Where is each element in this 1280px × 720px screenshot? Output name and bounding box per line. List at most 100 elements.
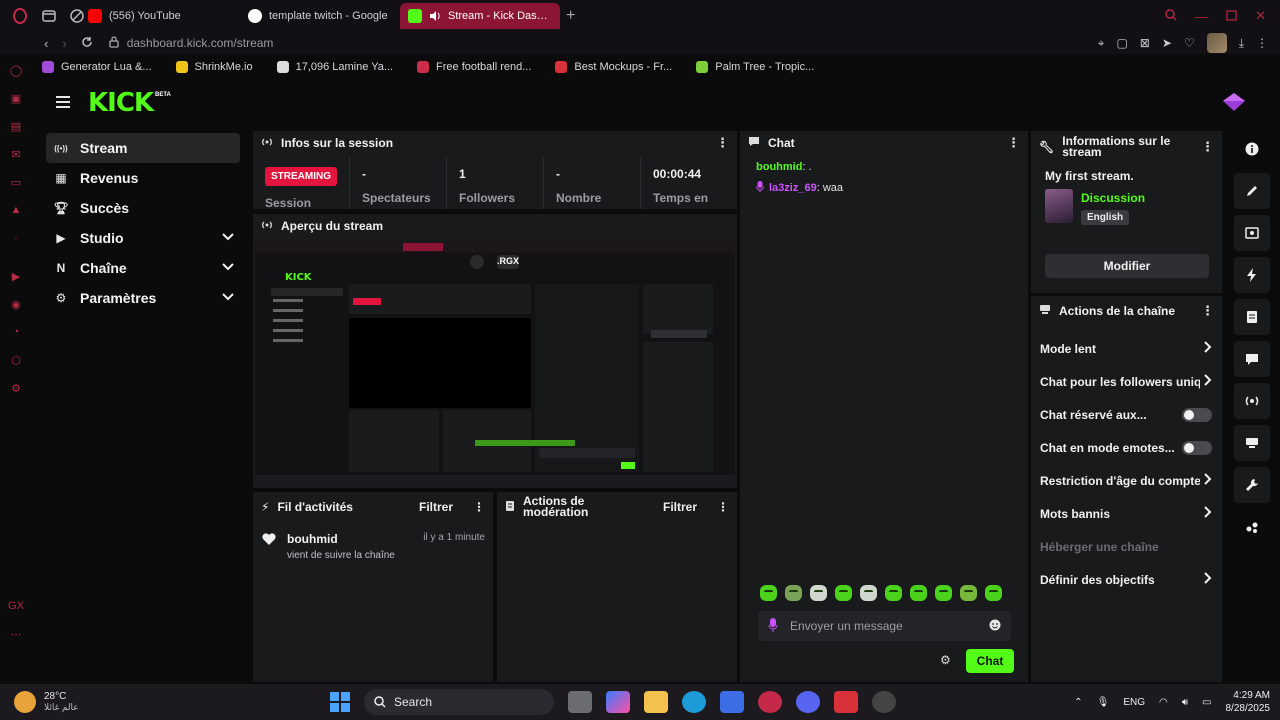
search-tabs-icon[interactable] <box>1165 8 1177 24</box>
chat-username[interactable]: la3ziz_69 <box>769 182 817 194</box>
nav-item-studio[interactable]: ▶ Studio <box>46 223 240 253</box>
nav-item-chaine[interactable]: N Chaîne <box>46 253 240 283</box>
emote-icon[interactable] <box>860 585 877 601</box>
opera-menu-icon[interactable] <box>12 8 28 24</box>
language-indicator[interactable]: ENG <box>1123 697 1145 708</box>
bookmark-item[interactable]: 17,096 Lamine Ya... <box>276 61 393 73</box>
tab-google[interactable]: template twitch - Google <box>240 3 400 29</box>
wifi-icon[interactable]: ◠ <box>1159 697 1168 708</box>
channel-action-item[interactable]: Chat en mode emotes... <box>1031 431 1222 464</box>
info-icon[interactable] <box>1234 131 1270 167</box>
wrench-icon[interactable] <box>1234 467 1270 503</box>
more-vertical-icon[interactable]: ⋮ <box>1201 303 1214 319</box>
nav-item-revenus[interactable]: ▦ Revenus <box>46 163 240 193</box>
nav-item-stream[interactable]: ((•)) Stream <box>46 133 240 163</box>
user-avatar[interactable] <box>1222 92 1246 115</box>
toggle-switch[interactable] <box>1182 440 1212 455</box>
chat-send-button[interactable]: Chat <box>966 649 1014 673</box>
app-icon[interactable] <box>834 691 858 713</box>
chat-message-input[interactable]: Envoyer un message <box>758 611 1011 641</box>
chat-bubble-icon[interactable] <box>1234 341 1270 377</box>
opera-gx-icon[interactable] <box>758 691 782 713</box>
emote-icon[interactable] <box>985 585 1002 601</box>
emote-icon[interactable] <box>760 585 777 601</box>
channel-action-item[interactable]: Chat pour les followers uniq <box>1031 365 1222 398</box>
sidebar-extensions-icon[interactable]: ⬡ <box>0 346 32 374</box>
weather-widget[interactable]: 28°C عالم غائلا <box>0 691 330 713</box>
bookmark-item[interactable]: Generator Lua &... <box>42 61 152 73</box>
sidebar-opera-icon[interactable]: ◯ <box>0 56 32 84</box>
file-explorer-icon[interactable] <box>644 691 668 713</box>
copilot-icon[interactable] <box>606 691 630 713</box>
pin-icon[interactable]: ⌖ <box>1098 36 1105 51</box>
back-icon[interactable]: ‹ <box>44 36 48 51</box>
more-vertical-icon[interactable]: ⋮ <box>473 500 485 514</box>
activity-user[interactable]: bouhmid <box>287 532 395 546</box>
emote-icon[interactable] <box>785 585 802 601</box>
snapshot-icon[interactable]: ▢ <box>1116 36 1127 50</box>
send-icon[interactable]: ➤ <box>1162 36 1172 50</box>
chat-username[interactable]: bouhmid <box>756 161 802 173</box>
bookmark-item[interactable]: Free football rend... <box>417 61 531 73</box>
app-icon[interactable] <box>872 691 896 713</box>
sidebar-more-icon[interactable]: ⋯ <box>0 620 32 648</box>
bolt-icon[interactable] <box>1234 257 1270 293</box>
store-icon[interactable] <box>720 691 744 713</box>
bookmark-item[interactable]: Palm Tree - Tropic... <box>696 61 814 73</box>
sidebar-settings-icon[interactable]: ⚙ <box>0 374 32 402</box>
toggle-switch[interactable] <box>1182 407 1212 422</box>
sidebar-bookmark-icon[interactable]: ▭ <box>0 168 32 196</box>
hamburger-menu-icon[interactable] <box>56 96 70 111</box>
channel-action-item[interactable]: Chat réservé aux... <box>1031 398 1222 431</box>
new-tab-plus-icon[interactable]: + <box>566 7 575 25</box>
dots-cluster-icon[interactable] <box>1234 509 1270 545</box>
speaker-icon[interactable] <box>429 10 441 22</box>
task-view-icon[interactable] <box>568 691 592 713</box>
screen-capture-icon[interactable] <box>1234 215 1270 251</box>
document-icon[interactable] <box>1234 299 1270 335</box>
tab-islands-icon[interactable] <box>42 10 56 22</box>
emote-icon[interactable] <box>935 585 952 601</box>
more-vertical-icon[interactable]: ⋮ <box>1201 139 1214 155</box>
more-vertical-icon[interactable]: ⋮ <box>1256 36 1268 50</box>
discord-icon[interactable] <box>796 691 820 713</box>
more-vertical-icon[interactable]: ⋮ <box>716 135 729 151</box>
channel-action-item[interactable]: Restriction d'âge du compte <box>1031 464 1222 497</box>
taskbar-search[interactable]: Search <box>364 689 554 715</box>
more-vertical-icon[interactable]: ⋮ <box>1007 135 1020 151</box>
more-vertical-icon[interactable]: ⋮ <box>717 500 729 514</box>
profile-avatar[interactable] <box>1206 33 1227 53</box>
close-icon[interactable]: ✕ <box>1255 8 1266 24</box>
microphone-icon[interactable]: 🎙︎ <box>1097 697 1110 708</box>
sidebar-gx-icon[interactable]: GX <box>0 592 32 620</box>
bookmark-item[interactable]: ShrinkMe.io <box>175 61 253 73</box>
tab-kick-dashboard[interactable]: Stream - Kick Dashbo <box>400 3 560 29</box>
sidebar-player-icon[interactable]: ◉ <box>0 290 32 318</box>
chevron-up-icon[interactable]: ⌃ <box>1074 697 1082 708</box>
tab-youtube[interactable]: (556) YouTube <box>80 3 240 29</box>
maximize-icon[interactable] <box>1226 9 1237 24</box>
modify-button[interactable]: Modifier <box>1045 254 1209 278</box>
download-icon[interactable]: ⤓ <box>1239 36 1244 51</box>
sidebar-twitch-icon[interactable]: ▶ <box>0 262 32 290</box>
emote-icon[interactable] <box>910 585 927 601</box>
sidebar-mail-icon[interactable]: ✉ <box>0 140 32 168</box>
clock[interactable]: 4:29 AM 8/28/2025 <box>1226 689 1271 715</box>
emoji-icon[interactable] <box>989 619 1001 634</box>
sidebar-notes-icon[interactable]: ▣ <box>0 84 32 112</box>
chat-settings-gear-icon[interactable]: ⚙ <box>940 653 951 667</box>
cube-icon[interactable]: ⊠ <box>1140 36 1150 50</box>
emote-icon[interactable] <box>885 585 902 601</box>
sidebar-history-icon[interactable]: ◔ <box>0 318 32 346</box>
sidebar-arrow-icon[interactable]: ▲ <box>0 196 32 224</box>
kick-logo[interactable]: KICK <box>88 90 154 116</box>
bookmark-item[interactable]: Best Mockups - Fr... <box>555 61 672 73</box>
category-name[interactable]: Discussion <box>1081 191 1145 205</box>
filter-button[interactable]: Filtrer <box>663 500 697 514</box>
emote-icon[interactable] <box>835 585 852 601</box>
url-field[interactable]: dashboard.kick.com/stream <box>109 35 273 51</box>
battery-icon[interactable]: ▭ <box>1202 697 1211 708</box>
channel-icon[interactable] <box>1234 425 1270 461</box>
emote-icon[interactable] <box>960 585 977 601</box>
broadcast-icon[interactable] <box>1234 383 1270 419</box>
